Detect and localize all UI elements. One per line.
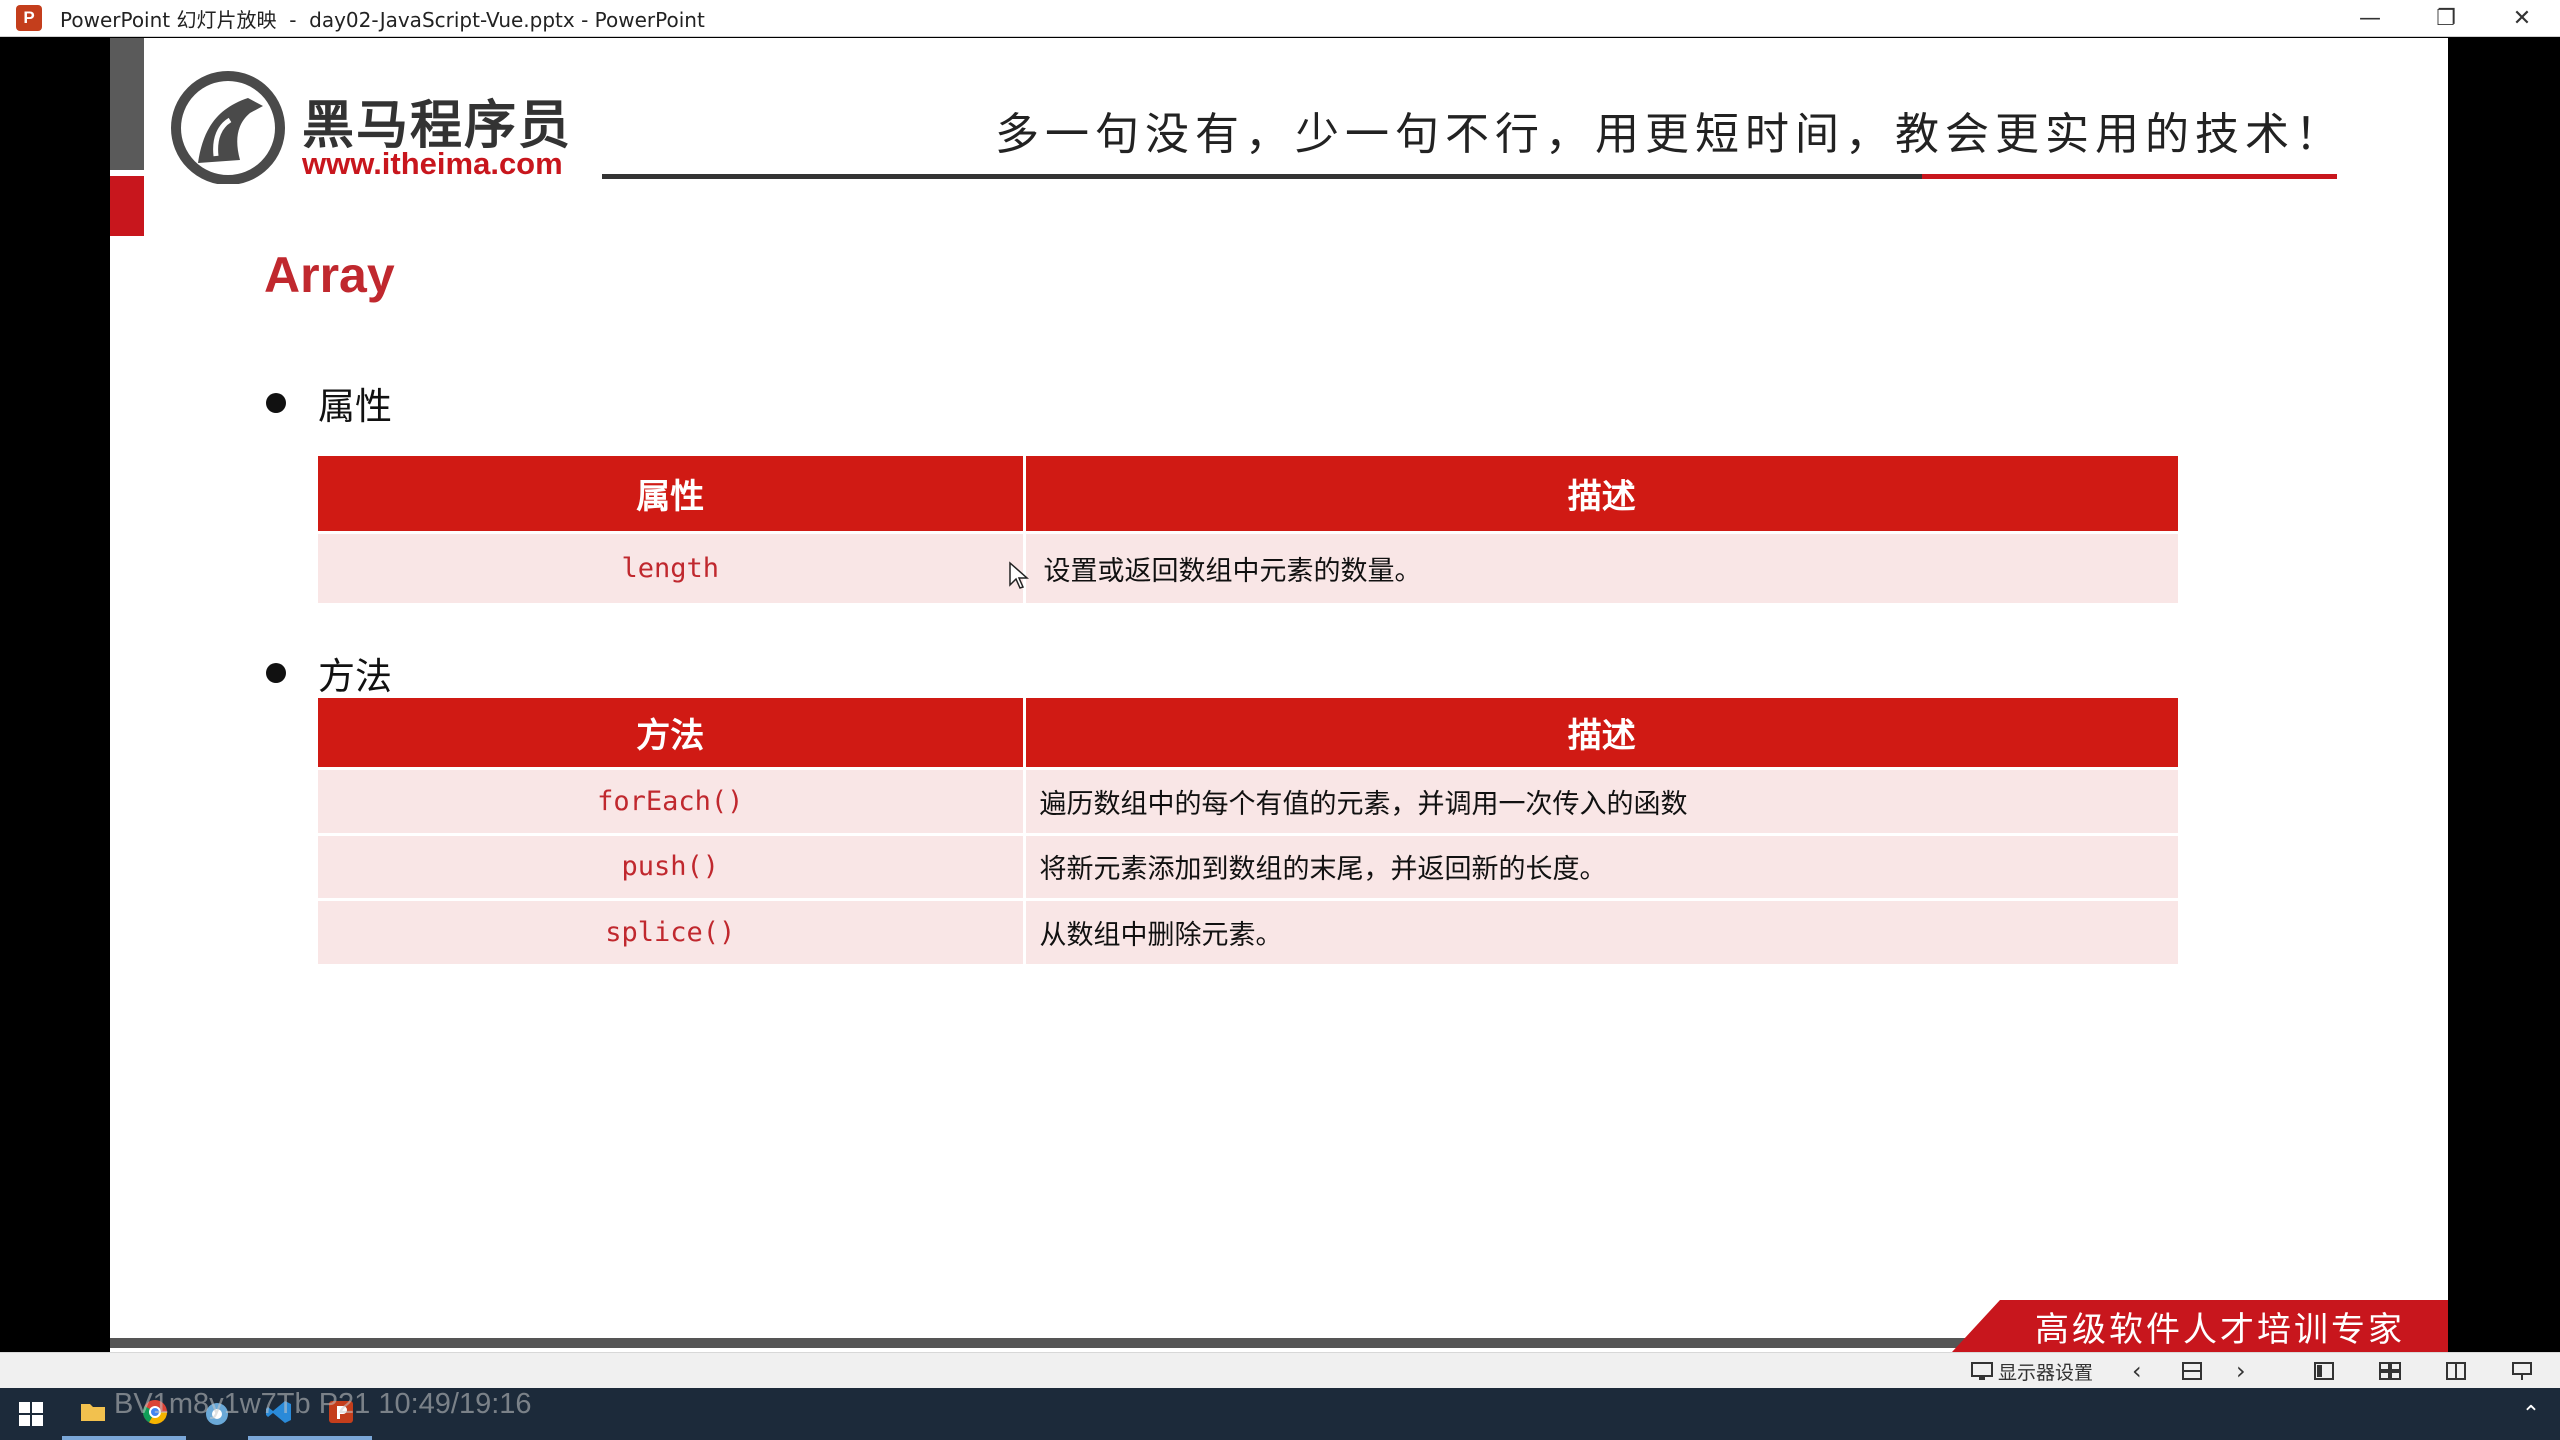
table-row: splice() 从数组中删除元素。 — [318, 897, 2178, 964]
reading-view-button[interactable] — [2444, 1357, 2468, 1385]
slide[interactable]: 黑马程序员 www.itheima.com 多一句没有，少一句不行，用更短时间，… — [110, 38, 2448, 1352]
header-cell: 属性 — [318, 456, 1026, 532]
display-settings-button[interactable]: 显示器设置 — [1970, 1357, 2093, 1385]
table-row: push() 将新元素添加到数组的末尾，并返回新的长度。 — [318, 832, 2178, 899]
normal-view-icon — [2314, 1362, 2334, 1380]
bullet-methods: 方法 — [266, 646, 392, 700]
slideshow-stage: 黑马程序员 www.itheima.com 多一句没有，少一句不行，用更短时间，… — [0, 38, 2560, 1352]
minimize-button[interactable]: — — [2332, 0, 2408, 37]
chevron-up-icon: ⌃ — [2521, 1401, 2541, 1427]
footer-banner-text: 高级软件人才培训专家 — [2035, 1309, 2405, 1350]
window-title-bar: P PowerPoint 幻灯片放映 - day02-JavaScript-Vu… — [0, 0, 2560, 37]
window-title: PowerPoint 幻灯片放映 - day02-JavaScript-Vue.… — [60, 7, 705, 32]
chevron-right-icon: › — [2236, 1357, 2246, 1385]
projector-icon — [2512, 1362, 2532, 1380]
header-cell: 描述 — [1024, 698, 2178, 768]
property-name: length — [318, 530, 1026, 603]
brand-url: www.itheima.com — [302, 146, 563, 181]
method-desc: 从数组中删除元素。 — [1024, 897, 2178, 964]
start-button[interactable] — [0, 1388, 62, 1440]
bullet-label: 方法 — [318, 655, 392, 698]
method-name: forEach() — [318, 766, 1026, 834]
method-name: splice() — [318, 897, 1026, 964]
property-desc: 设置或返回数组中元素的数量。 — [1024, 530, 2178, 603]
restore-button[interactable]: ❐ — [2408, 0, 2484, 37]
bullet-properties: 属性 — [266, 376, 392, 430]
header-cell: 描述 — [1024, 456, 2178, 532]
windows-icon — [19, 1402, 43, 1426]
table-row: forEach() 遍历数组中的每个有值的元素，并调用一次传入的函数 — [318, 766, 2178, 834]
powerpoint-app-icon: P — [16, 5, 42, 31]
slide-title: Array — [264, 247, 395, 303]
normal-view-button[interactable] — [2312, 1357, 2336, 1385]
grid-icon — [2182, 1362, 2202, 1380]
bullet-label: 属性 — [318, 385, 392, 428]
header-cell: 方法 — [318, 698, 1026, 768]
mouse-cursor-icon — [1009, 561, 1029, 589]
close-button[interactable]: ✕ — [2484, 0, 2560, 37]
bullet-dot-icon — [266, 393, 286, 413]
method-name: push() — [318, 832, 1026, 899]
chevron-left-icon: ‹ — [2132, 1357, 2142, 1385]
slideshow-toolbar: 显示器设置 ‹ › — [0, 1352, 2560, 1388]
slogan: 多一句没有，少一句不行，用更短时间，教会更实用的技术！ — [995, 109, 2345, 160]
method-desc: 将新元素添加到数组的末尾，并返回新的长度。 — [1024, 832, 2178, 899]
tray-expand-button[interactable]: ⌃ — [2500, 1388, 2560, 1440]
footer-banner: 高级软件人才培训专家 — [1952, 1300, 2448, 1352]
header-rule-red — [1922, 174, 2337, 179]
table-row: length 设置或返回数组中元素的数量。 — [318, 530, 2178, 603]
methods-table: 方法 描述 forEach() 遍历数组中的每个有值的元素，并调用一次传入的函数… — [318, 698, 2178, 964]
previous-slide-button[interactable]: ‹ — [2132, 1357, 2142, 1385]
sorter-view-button[interactable] — [2378, 1357, 2402, 1385]
properties-table: 属性 描述 length 设置或返回数组中元素的数量。 — [318, 456, 2178, 603]
display-settings-label: 显示器设置 — [1998, 1361, 2094, 1384]
decor-bar-dark — [110, 38, 144, 170]
next-slide-button[interactable]: › — [2236, 1357, 2246, 1385]
monitor-icon — [1971, 1362, 1993, 1380]
window-controls: — ❐ ✕ — [2332, 0, 2560, 37]
horse-logo-icon — [171, 71, 285, 184]
folder-icon — [81, 1404, 105, 1421]
table-header-row: 方法 描述 — [318, 698, 2178, 768]
reading-view-icon — [2446, 1362, 2466, 1380]
video-overlay-text: BV1m8y1w7Tb P21 10:49/19:16 — [114, 1388, 532, 1420]
method-desc: 遍历数组中的每个有值的元素，并调用一次传入的函数 — [1024, 766, 2178, 834]
bullet-dot-icon — [266, 663, 286, 683]
slideshow-view-button[interactable] — [2510, 1357, 2534, 1385]
slide-sorter-button[interactable] — [2180, 1357, 2204, 1385]
decor-bar-red — [110, 176, 144, 236]
header-rule-dark — [602, 174, 1922, 179]
table-header-row: 属性 描述 — [318, 456, 2178, 532]
sorter-view-icon — [2379, 1362, 2401, 1380]
